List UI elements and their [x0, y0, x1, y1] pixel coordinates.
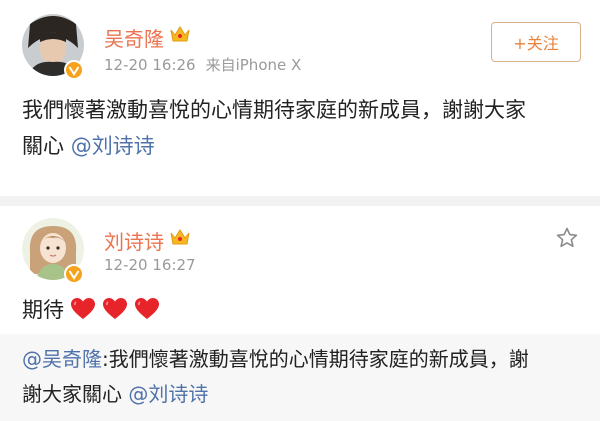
heart-icon	[103, 298, 127, 319]
username[interactable]: 吴奇隆	[104, 23, 164, 52]
post-time: 12-20 16:27	[104, 256, 196, 274]
follow-button[interactable]: +关注	[491, 22, 581, 62]
quoted-content: @吴奇隆:我們懷著激動喜悅的心情期待家庭的新成員，謝 謝大家關心 @刘诗诗	[22, 342, 529, 412]
verified-badge-icon	[64, 60, 84, 80]
post-source: 来自iPhone X	[205, 56, 302, 74]
separator	[0, 196, 600, 206]
post-time: 12-20 16:26	[104, 56, 196, 74]
verified-badge-icon	[64, 264, 84, 284]
content-line: 關心 @刘诗诗	[22, 128, 526, 164]
post-content: 我們懷著激動喜悅的心情期待家庭的新成員，謝謝大家 關心 @刘诗诗	[22, 92, 526, 164]
heart-icon	[135, 298, 159, 319]
crown-badge-icon	[170, 229, 190, 245]
content-text: 關心	[22, 134, 71, 158]
crown-badge-icon	[170, 26, 190, 42]
star-icon[interactable]	[555, 226, 579, 250]
content-text: 期待	[22, 298, 64, 322]
content-line: 我們懷著激動喜悅的心情期待家庭的新成員，謝謝大家	[22, 98, 526, 122]
mention-link[interactable]: @吴奇隆	[22, 347, 102, 371]
mention-link[interactable]: @刘诗诗	[128, 382, 208, 406]
post-card-2: 刘诗诗 12-20 16:27 期待	[0, 206, 600, 334]
post-content: 期待	[22, 292, 160, 328]
content-text: 謝大家關心	[22, 382, 129, 406]
mention-link[interactable]: @刘诗诗	[71, 134, 155, 158]
quoted-post[interactable]: @吴奇隆:我們懷著激動喜悅的心情期待家庭的新成員，謝 謝大家關心 @刘诗诗	[0, 334, 600, 421]
content-text: :我們懷著激動喜悅的心情期待家庭的新成員，謝	[102, 347, 529, 371]
content-line: 謝大家關心 @刘诗诗	[22, 377, 529, 412]
username[interactable]: 刘诗诗	[104, 226, 164, 255]
post-meta: 12-20 16:26 来自iPhone X	[104, 54, 301, 75]
content-line: @吴奇隆:我們懷著激動喜悅的心情期待家庭的新成員，謝	[22, 342, 529, 377]
post-card-1: 吴奇隆 12-20 16:26 来自iPhone X +关注 我們懷著激動喜悅的心…	[0, 0, 600, 196]
heart-icon	[71, 298, 95, 319]
hearts	[70, 297, 160, 321]
